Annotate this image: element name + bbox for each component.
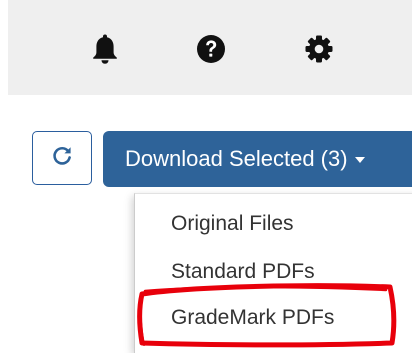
refresh-icon	[51, 145, 73, 172]
download-dropdown-menu: Original Files Standard PDFs GradeMark P…	[134, 193, 412, 353]
menu-item-grademark-pdfs[interactable]: GradeMark PDFs	[171, 306, 334, 330]
caret-down-icon	[354, 157, 365, 163]
question-circle-icon	[196, 34, 226, 64]
settings-button[interactable]	[304, 31, 334, 67]
menu-item-original-files[interactable]: Original Files	[171, 212, 294, 236]
refresh-button[interactable]	[32, 131, 92, 185]
menu-item-standard-pdfs[interactable]: Standard PDFs	[171, 260, 315, 284]
gear-icon	[304, 34, 334, 64]
top-toolbar	[8, 0, 412, 95]
bell-icon	[92, 33, 118, 65]
help-button[interactable]	[196, 31, 226, 67]
notifications-button[interactable]	[90, 31, 120, 67]
download-selected-label: Download Selected (3)	[125, 146, 348, 171]
download-selected-button[interactable]: Download Selected (3)	[103, 131, 412, 187]
